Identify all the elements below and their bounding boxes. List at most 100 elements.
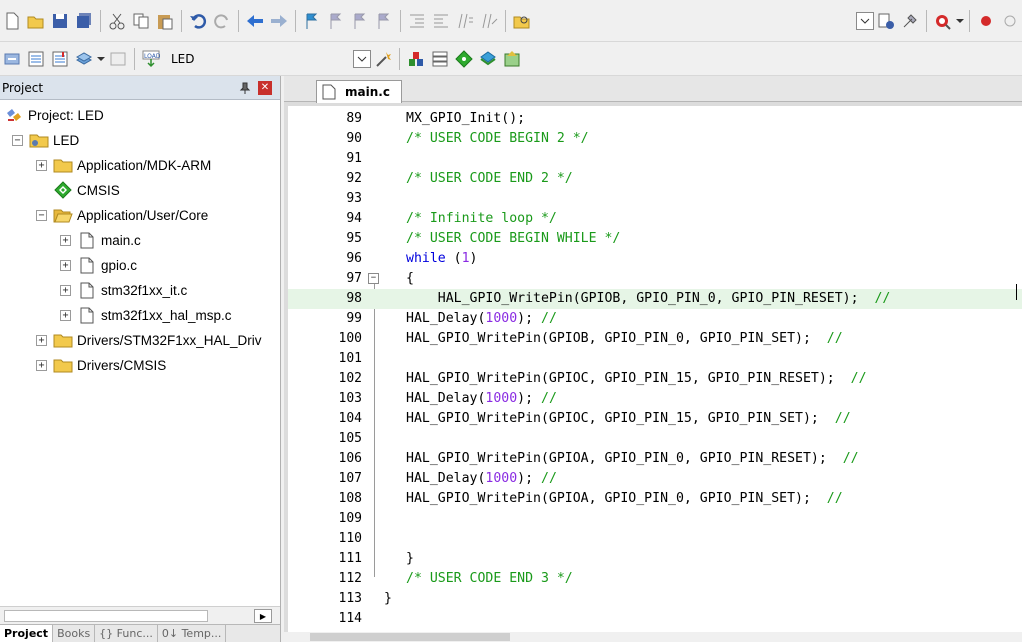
code-line[interactable]: 90 /* USER CODE BEGIN 2 */ — [288, 129, 1022, 149]
tree-node[interactable]: + Drivers/CMSIS — [36, 354, 166, 376]
code-line[interactable]: 100 HAL_GPIO_WritePin(GPIOB, GPIO_PIN_0, … — [288, 329, 1022, 349]
cut-icon[interactable] — [107, 11, 127, 31]
code-line[interactable]: 108 HAL_GPIO_WritePin(GPIOA, GPIO_PIN_0, … — [288, 489, 1022, 509]
uncomment-icon[interactable] — [479, 11, 499, 31]
save-all-icon[interactable] — [74, 11, 94, 31]
target-options-dropdown-icon[interactable] — [352, 49, 371, 68]
tree-node[interactable]: − Application/User/Core — [36, 204, 208, 226]
code-line[interactable]: 101 — [288, 349, 1022, 369]
file-extensions-icon[interactable] — [430, 49, 450, 69]
code-line[interactable]: 94 /* Infinite loop */ — [288, 209, 1022, 229]
tree-node[interactable]: + stm32f1xx_it.c — [60, 279, 187, 301]
bookmark-icon[interactable] — [302, 11, 322, 31]
code-line[interactable]: 95 /* USER CODE BEGIN WHILE */ — [288, 229, 1022, 249]
expand-icon[interactable]: + — [36, 159, 47, 171]
tree-node[interactable]: CMSIS — [36, 179, 120, 201]
build-icon[interactable] — [26, 49, 46, 69]
manage-project-items-icon[interactable] — [406, 49, 426, 69]
find-in-files-icon[interactable] — [512, 11, 532, 31]
code-line[interactable]: 104 HAL_GPIO_WritePin(GPIOC, GPIO_PIN_15,… — [288, 409, 1022, 429]
clear-bookmarks-icon[interactable] — [374, 11, 394, 31]
copy-icon[interactable] — [131, 11, 151, 31]
paste-icon[interactable] — [155, 11, 175, 31]
code-line[interactable]: 102 HAL_GPIO_WritePin(GPIOC, GPIO_PIN_15,… — [288, 369, 1022, 389]
code-line[interactable]: 97− { — [288, 269, 1022, 289]
options-for-target-icon[interactable] — [373, 49, 393, 69]
tree-node[interactable]: Project: LED — [4, 104, 104, 126]
download-load-icon[interactable]: LOAD — [141, 49, 161, 69]
code-line[interactable]: 92 /* USER CODE END 2 */ — [288, 169, 1022, 189]
tree-node[interactable]: + gpio.c — [60, 254, 137, 276]
code-line[interactable]: 106 HAL_GPIO_WritePin(GPIOA, GPIO_PIN_0, … — [288, 449, 1022, 469]
code-line[interactable]: 114 — [288, 609, 1022, 629]
tab-project[interactable]: Project — [0, 625, 54, 642]
stop-build-icon[interactable] — [108, 49, 128, 69]
translate-icon[interactable] — [2, 49, 22, 69]
breakpoint-icon[interactable] — [976, 11, 996, 31]
code-line[interactable]: 107 HAL_Delay(1000); // — [288, 469, 1022, 489]
rebuild-icon[interactable] — [50, 49, 70, 69]
code-line[interactable]: 103 HAL_Delay(1000); // — [288, 389, 1022, 409]
code-editor[interactable]: 89 MX_GPIO_Init(); 90 /* USER CODE BEGIN 2 … — [288, 106, 1022, 632]
tree-node[interactable]: + Drivers/STM32F1xx_HAL_Driv — [36, 329, 262, 351]
tab-templates[interactable]: 0↓ Temp... — [158, 625, 227, 642]
tree-node[interactable]: − LED — [12, 129, 79, 151]
start-debug-icon[interactable] — [933, 11, 953, 31]
target-dropdown-icon[interactable] — [856, 11, 874, 30]
project-horizontal-scrollbar[interactable]: ▶ — [0, 606, 280, 624]
code-line[interactable]: 111} — [288, 549, 1022, 569]
code-line[interactable]: 112 /* USER CODE END 3 */ — [288, 569, 1022, 589]
target-select[interactable]: LED — [167, 48, 199, 70]
batch-build-icon[interactable] — [74, 49, 94, 69]
fold-toggle-icon[interactable]: − — [368, 273, 379, 284]
tab-books[interactable]: Books — [53, 625, 96, 642]
prev-bookmark-icon[interactable] — [326, 11, 346, 31]
expand-icon[interactable]: + — [60, 234, 71, 246]
code-line[interactable]: 98 HAL_GPIO_WritePin(GPIOB, GPIO_PIN_0, … — [288, 289, 1022, 309]
pack-installer-icon[interactable] — [502, 49, 522, 69]
tab-main-c[interactable]: main.c — [316, 80, 402, 103]
next-bookmark-icon[interactable] — [350, 11, 370, 31]
manage-run-time-env-icon[interactable] — [454, 49, 474, 69]
code-line[interactable]: 105 — [288, 429, 1022, 449]
code-line[interactable]: 89 MX_GPIO_Init(); — [288, 109, 1022, 129]
editor-horizontal-scrollbar[interactable] — [284, 632, 1022, 642]
code-line[interactable]: 93 — [288, 189, 1022, 209]
collapse-icon[interactable]: − — [36, 209, 47, 221]
collapse-icon[interactable]: − — [12, 134, 23, 146]
navigate-forward-icon[interactable] — [269, 11, 289, 31]
debug-settings-icon[interactable] — [900, 11, 920, 31]
new-file-icon[interactable] — [2, 11, 22, 31]
unindent-icon[interactable] — [431, 11, 451, 31]
pin-icon[interactable] — [238, 81, 252, 95]
batch-dropdown-icon[interactable] — [96, 50, 106, 68]
expand-icon[interactable]: + — [60, 259, 71, 271]
open-folder-icon[interactable] — [26, 11, 46, 31]
expand-icon[interactable]: + — [60, 309, 71, 321]
code-line[interactable]: 91 — [288, 149, 1022, 169]
code-line[interactable]: 109 — [288, 509, 1022, 529]
select-software-packs-icon[interactable] — [478, 49, 498, 69]
close-icon[interactable]: ✕ — [258, 80, 272, 95]
configure-icon[interactable] — [876, 11, 896, 31]
code-line[interactable]: 96 while (1) — [288, 249, 1022, 269]
tree-node[interactable]: + Application/MDK-ARM — [36, 154, 211, 176]
redo-icon[interactable] — [212, 11, 232, 31]
debug-dropdown-icon[interactable] — [955, 12, 965, 30]
tree-node[interactable]: + main.c — [60, 229, 141, 251]
indent-icon[interactable] — [407, 11, 427, 31]
scroll-right-arrow-icon[interactable]: ▶ — [254, 609, 272, 623]
code-line[interactable]: 110 — [288, 529, 1022, 549]
navigate-back-icon[interactable] — [245, 11, 265, 31]
code-line[interactable]: 113} — [288, 589, 1022, 609]
expand-icon[interactable]: + — [36, 334, 47, 346]
undo-icon[interactable] — [188, 11, 208, 31]
tree-node[interactable]: + stm32f1xx_hal_msp.c — [60, 304, 232, 326]
tab-functions[interactable]: {} Func... — [95, 625, 158, 642]
scrollbar-track[interactable] — [4, 610, 208, 622]
disable-breakpoint-icon[interactable] — [1000, 11, 1020, 31]
code-line[interactable]: 99 HAL_Delay(1000); // — [288, 309, 1022, 329]
expand-icon[interactable]: + — [60, 284, 71, 296]
comment-icon[interactable] — [455, 11, 475, 31]
save-icon[interactable] — [50, 11, 70, 31]
